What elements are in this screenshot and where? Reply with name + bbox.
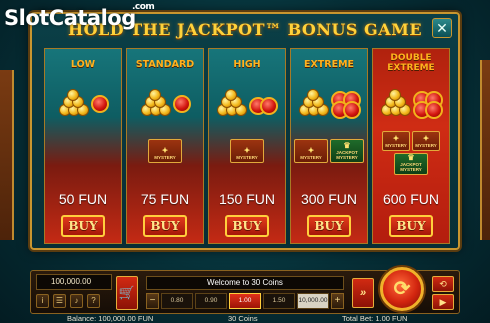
- mystery-label: MYSTERY: [236, 155, 258, 160]
- info-icon[interactable]: i: [36, 294, 49, 308]
- balance-display: 100,000.00: [36, 274, 112, 290]
- bet-option[interactable]: 0.80: [161, 293, 193, 309]
- mystery-label: MYSTERY: [300, 155, 322, 160]
- play-icon[interactable]: ▶: [432, 294, 454, 310]
- coin-pile-icon: [297, 89, 329, 117]
- card-title: EXTREME: [303, 59, 355, 70]
- menu-icon[interactable]: ☰: [53, 294, 66, 308]
- mystery-icon: ✦: [422, 134, 430, 143]
- bet-option[interactable]: 0.90: [195, 293, 227, 309]
- slotcatalog-watermark: SlotCatalog .com: [4, 2, 155, 30]
- card-price: 75 FUN: [140, 191, 190, 207]
- mystery-icon: ✦: [243, 146, 251, 155]
- bonus-buy-modal: HOLD THE JACKPOT™ BONUS GAME ✕ LOW 50 FU…: [30, 12, 460, 250]
- footer-game-name: 30 Coins: [228, 314, 258, 323]
- footer-balance: Balance: 100,000.00 FUN: [67, 314, 154, 323]
- prize-symbols: [127, 89, 203, 117]
- jackpot-mystery-symbol: ♛ JACKPOT MYSTERY: [330, 139, 364, 163]
- mystery-symbols: ✦ MYSTERY ✦ MYSTERY ♛ JACKPOT MYSTERY: [373, 131, 449, 175]
- ruby-coins-icon: [413, 91, 443, 119]
- status-footer: Balance: 100,000.00 FUN 30 Coins Total B…: [0, 314, 490, 323]
- bonus-card-standard: STANDARD ✦ MYSTERY 75 FUN BUY: [126, 48, 204, 244]
- mystery-symbols: ✦ MYSTERY: [209, 139, 285, 163]
- sound-icon[interactable]: ♪: [70, 294, 83, 308]
- bet-option[interactable]: 10,000.00: [297, 293, 329, 309]
- bet-minus-button[interactable]: −: [146, 293, 159, 309]
- close-button[interactable]: ✕: [432, 18, 452, 38]
- mystery-label: JACKPOT MYSTERY: [400, 162, 422, 172]
- ruby-coins-icon: [249, 93, 279, 117]
- card-price: 300 FUN: [300, 191, 358, 207]
- footer-total-bet: Total Bet: 1.00 FUN: [342, 314, 408, 323]
- buy-button-standard[interactable]: BUY: [143, 215, 187, 237]
- coin-pile-icon: [57, 89, 89, 117]
- bonus-card-extreme: EXTREME ✦ MYSTERY ♛ JACKPOT MYSTERY 300 …: [290, 48, 368, 244]
- bet-option-selected[interactable]: 1.00: [229, 293, 261, 309]
- buy-button-double-extreme[interactable]: BUY: [389, 215, 433, 237]
- turbo-icon[interactable]: »: [352, 278, 374, 308]
- prize-symbols: [291, 89, 367, 119]
- mystery-symbols: ✦ MYSTERY: [127, 139, 203, 163]
- buy-button-low[interactable]: BUY: [61, 215, 105, 237]
- mystery-icon: ✦: [392, 134, 400, 143]
- card-title: HIGH: [233, 59, 261, 70]
- mystery-symbols: ✦ MYSTERY ♛ JACKPOT MYSTERY: [291, 139, 367, 163]
- buy-button-extreme[interactable]: BUY: [307, 215, 351, 237]
- watermark-com: .com: [132, 2, 155, 12]
- help-icon[interactable]: ?: [87, 294, 100, 308]
- cart-icon[interactable]: 🛒: [116, 276, 138, 310]
- mystery-symbol: ✦ MYSTERY: [382, 131, 410, 151]
- bonus-card-high: HIGH ✦ MYSTERY 150 FUN BUY: [208, 48, 286, 244]
- bet-plus-button[interactable]: +: [331, 293, 344, 309]
- ruby-coin-icon: [173, 95, 191, 113]
- mystery-symbol: ✦ MYSTERY: [412, 131, 440, 151]
- card-title: DOUBLE EXTREME: [387, 53, 435, 73]
- mystery-icon: ✦: [307, 146, 315, 155]
- buy-button-high[interactable]: BUY: [225, 215, 269, 237]
- jackpot-icon: ♛: [407, 153, 415, 162]
- mystery-icon: ✦: [161, 146, 169, 155]
- autoplay-icon[interactable]: ⟲: [432, 276, 454, 292]
- mystery-label: MYSTERY: [154, 155, 176, 160]
- jackpot-icon: ♛: [343, 141, 351, 150]
- coin-pile-icon: [139, 89, 171, 117]
- mystery-label: JACKPOT MYSTERY: [336, 150, 358, 160]
- mystery-symbol: ✦ MYSTERY: [148, 139, 182, 163]
- bonus-options: LOW 50 FUN BUY STANDARD ✦ MYSTERY 75 FUN…: [44, 48, 450, 244]
- bonus-card-low: LOW 50 FUN BUY: [44, 48, 122, 244]
- message-display: Welcome to 30 Coins: [146, 276, 344, 290]
- coin-pile-icon: [379, 89, 411, 117]
- card-price: 600 FUN: [382, 191, 440, 207]
- background-reel-left: [0, 70, 14, 240]
- card-title: LOW: [70, 59, 96, 70]
- watermark-catalog: Catalog: [48, 6, 136, 30]
- mystery-label: MYSTERY: [385, 143, 407, 148]
- bonus-card-double-extreme: DOUBLE EXTREME ✦ MYSTERY ✦ MYSTERY ♛ JAC…: [372, 48, 450, 244]
- mystery-symbol: ✦ MYSTERY: [294, 139, 328, 163]
- mystery-symbol: ✦ MYSTERY: [230, 139, 264, 163]
- card-price: 150 FUN: [218, 191, 276, 207]
- prize-symbols: [45, 89, 121, 117]
- jackpot-mystery-symbol: ♛ JACKPOT MYSTERY: [394, 153, 428, 175]
- ruby-coin-icon: [91, 95, 109, 113]
- card-title: STANDARD: [135, 59, 195, 70]
- bet-selector: − 0.80 0.90 1.00 1.50 10,000.00 +: [146, 293, 344, 309]
- card-price: 50 FUN: [58, 191, 108, 207]
- mystery-label: MYSTERY: [415, 143, 437, 148]
- background-reel-right: [480, 60, 490, 240]
- coin-pile-icon: [215, 89, 247, 117]
- watermark-slot: Slot: [4, 6, 49, 30]
- prize-symbols: [209, 89, 285, 117]
- bet-option[interactable]: 1.50: [263, 293, 295, 309]
- prize-symbols: [373, 89, 449, 119]
- ruby-coins-icon: [331, 91, 361, 119]
- spin-icon[interactable]: ⟳: [380, 267, 424, 311]
